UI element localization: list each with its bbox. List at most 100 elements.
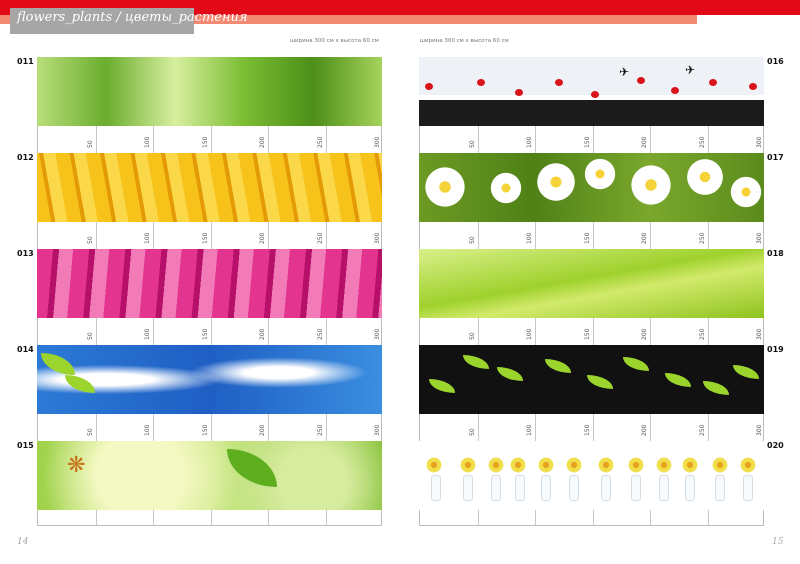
scale-tick bbox=[153, 510, 154, 526]
scale-tick bbox=[478, 414, 479, 441]
product-014[interactable]: 50 100 150 200 250 300 bbox=[37, 345, 382, 441]
product-016[interactable]: ✈ ✈ 50 100 150 200 250 300 bbox=[419, 57, 764, 153]
orchid-icon bbox=[487, 457, 505, 473]
scale-label: 250 bbox=[699, 136, 706, 148]
scale-tick bbox=[211, 510, 212, 526]
product-012[interactable]: 50 100 150 200 250 300 bbox=[37, 153, 382, 249]
scale-tick bbox=[708, 126, 709, 153]
size-scale bbox=[37, 510, 382, 526]
daisy-icon bbox=[423, 165, 467, 209]
scale-tick bbox=[153, 222, 154, 249]
daisy-icon bbox=[729, 175, 763, 209]
leaf-icon bbox=[463, 355, 489, 369]
vase-icon bbox=[515, 475, 525, 501]
scale-label: 300 bbox=[374, 424, 381, 436]
size-scale: 50 100 150 200 250 300 bbox=[419, 222, 764, 249]
butterfly-icon: ❋ bbox=[67, 453, 86, 478]
orchid-icon bbox=[425, 457, 443, 473]
product-015[interactable]: ❋ bbox=[37, 441, 382, 537]
scale-tick bbox=[708, 222, 709, 249]
vase-icon bbox=[431, 475, 441, 501]
scale-tick bbox=[211, 414, 212, 441]
vase-icon bbox=[541, 475, 551, 501]
scale-label: 100 bbox=[526, 136, 533, 148]
scale-label: 150 bbox=[202, 232, 209, 244]
scale-label: 150 bbox=[202, 328, 209, 340]
scale-label: 50 bbox=[469, 332, 476, 340]
orchid-icon bbox=[459, 457, 477, 473]
scale-label: 150 bbox=[584, 136, 591, 148]
orchid-icon bbox=[681, 457, 699, 473]
scale-tick bbox=[153, 318, 154, 345]
size-scale: 50 100 150 200 250 300 bbox=[37, 126, 382, 153]
photo-pink-petals bbox=[37, 249, 382, 318]
orchid-icon bbox=[565, 457, 583, 473]
scale-tick bbox=[535, 126, 536, 153]
scale-tick bbox=[593, 318, 594, 345]
scale-label: 200 bbox=[259, 232, 266, 244]
scale-tick bbox=[708, 414, 709, 441]
scale-tick bbox=[650, 414, 651, 441]
orchid-icon bbox=[739, 457, 757, 473]
scale-tick bbox=[268, 126, 269, 153]
scale-tick bbox=[478, 222, 479, 249]
scale-tick bbox=[96, 414, 97, 441]
scale-label: 300 bbox=[756, 232, 763, 244]
photo-bokeh: ❋ bbox=[37, 441, 382, 510]
scale-label: 200 bbox=[641, 232, 648, 244]
leaf-icon bbox=[623, 357, 649, 371]
scale-label: 50 bbox=[469, 236, 476, 244]
product-019[interactable]: 50 100 150 200 250 300 bbox=[419, 345, 764, 441]
scale-label: 300 bbox=[374, 328, 381, 340]
item-number: 016 bbox=[767, 57, 784, 66]
item-number: 017 bbox=[767, 153, 784, 162]
size-scale: 50 100 150 200 250 300 bbox=[37, 414, 382, 441]
scale-tick bbox=[708, 510, 709, 526]
scale-label: 100 bbox=[144, 328, 151, 340]
poppy-icon bbox=[671, 87, 679, 94]
leaf-icon bbox=[587, 375, 613, 389]
page-title: flowers_plants / цветы_растения bbox=[17, 10, 248, 25]
size-scale: 50 100 150 200 250 300 bbox=[419, 318, 764, 345]
daisy-icon bbox=[535, 161, 577, 203]
scale-label: 150 bbox=[584, 328, 591, 340]
scale-label: 150 bbox=[202, 136, 209, 148]
scale-tick bbox=[535, 414, 536, 441]
scale-label: 100 bbox=[526, 328, 533, 340]
scale-tick bbox=[535, 510, 536, 526]
page-number-left: 14 bbox=[17, 537, 29, 547]
item-number: 013 bbox=[17, 249, 34, 258]
scale-label: 100 bbox=[526, 424, 533, 436]
scale-tick bbox=[153, 126, 154, 153]
scale-tick bbox=[96, 126, 97, 153]
scale-tick bbox=[650, 222, 651, 249]
scale-tick bbox=[650, 126, 651, 153]
scale-label: 150 bbox=[202, 424, 209, 436]
product-020[interactable] bbox=[419, 441, 764, 537]
orchid-icon bbox=[627, 457, 645, 473]
product-013[interactable]: 50 100 150 200 250 300 bbox=[37, 249, 382, 345]
daisy-icon bbox=[489, 171, 523, 205]
poppy-icon bbox=[555, 79, 563, 86]
product-018[interactable]: 50 100 150 200 250 300 bbox=[419, 249, 764, 345]
scale-tick bbox=[211, 318, 212, 345]
leaf-icon bbox=[497, 367, 523, 381]
scale-tick bbox=[326, 510, 327, 526]
scale-tick bbox=[211, 222, 212, 249]
scale-tick bbox=[593, 126, 594, 153]
scale-label: 300 bbox=[756, 424, 763, 436]
poppy-icon bbox=[749, 83, 757, 90]
scale-label: 250 bbox=[699, 232, 706, 244]
item-number: 014 bbox=[17, 345, 34, 354]
size-scale: 50 100 150 200 250 300 bbox=[37, 318, 382, 345]
leaf-icon bbox=[703, 381, 729, 395]
poppy-icon bbox=[709, 79, 717, 86]
scale-label: 200 bbox=[641, 328, 648, 340]
product-017[interactable]: 50 100 150 200 250 300 bbox=[419, 153, 764, 249]
leaf-icon bbox=[227, 449, 277, 487]
scale-label: 150 bbox=[584, 424, 591, 436]
daisy-icon bbox=[629, 163, 673, 207]
photo-sky bbox=[37, 345, 382, 414]
product-011[interactable]: 50 100 150 200 250 300 bbox=[37, 57, 382, 153]
scale-label: 250 bbox=[317, 328, 324, 340]
